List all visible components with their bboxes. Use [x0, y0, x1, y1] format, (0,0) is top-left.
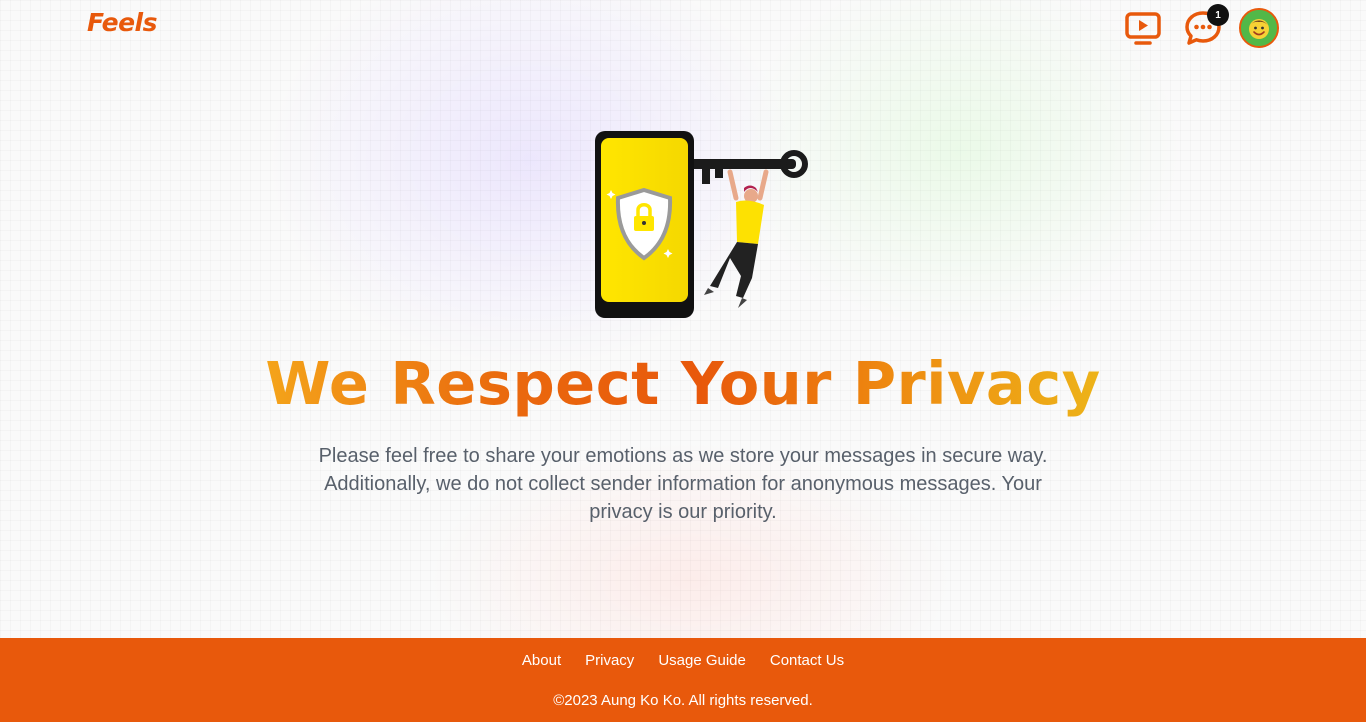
footer-links: About Privacy Usage Guide Contact Us: [0, 652, 1366, 669]
footer-link-usage-guide[interactable]: Usage Guide: [658, 652, 746, 669]
play-screen-icon: [1125, 12, 1161, 45]
video-button[interactable]: [1124, 9, 1162, 47]
brand-logo[interactable]: Feels: [87, 8, 158, 37]
footer-link-about[interactable]: About: [522, 652, 561, 669]
footer-link-privacy[interactable]: Privacy: [585, 652, 634, 669]
notification-badge: 1: [1207, 4, 1229, 26]
footer: About Privacy Usage Guide Contact Us ©20…: [0, 638, 1366, 722]
emoji-avatar-icon: [1241, 10, 1277, 46]
page-title: We Respect Your Privacy: [265, 349, 1101, 418]
privacy-description: Please feel free to share your emotions …: [318, 445, 1048, 523]
user-avatar[interactable]: [1239, 8, 1279, 48]
copyright-text: ©2023 Aung Ko Ko. All rights reserved.: [553, 692, 813, 709]
phone-lock-key-illustration: [595, 131, 808, 318]
footer-link-contact-us[interactable]: Contact Us: [770, 652, 844, 669]
